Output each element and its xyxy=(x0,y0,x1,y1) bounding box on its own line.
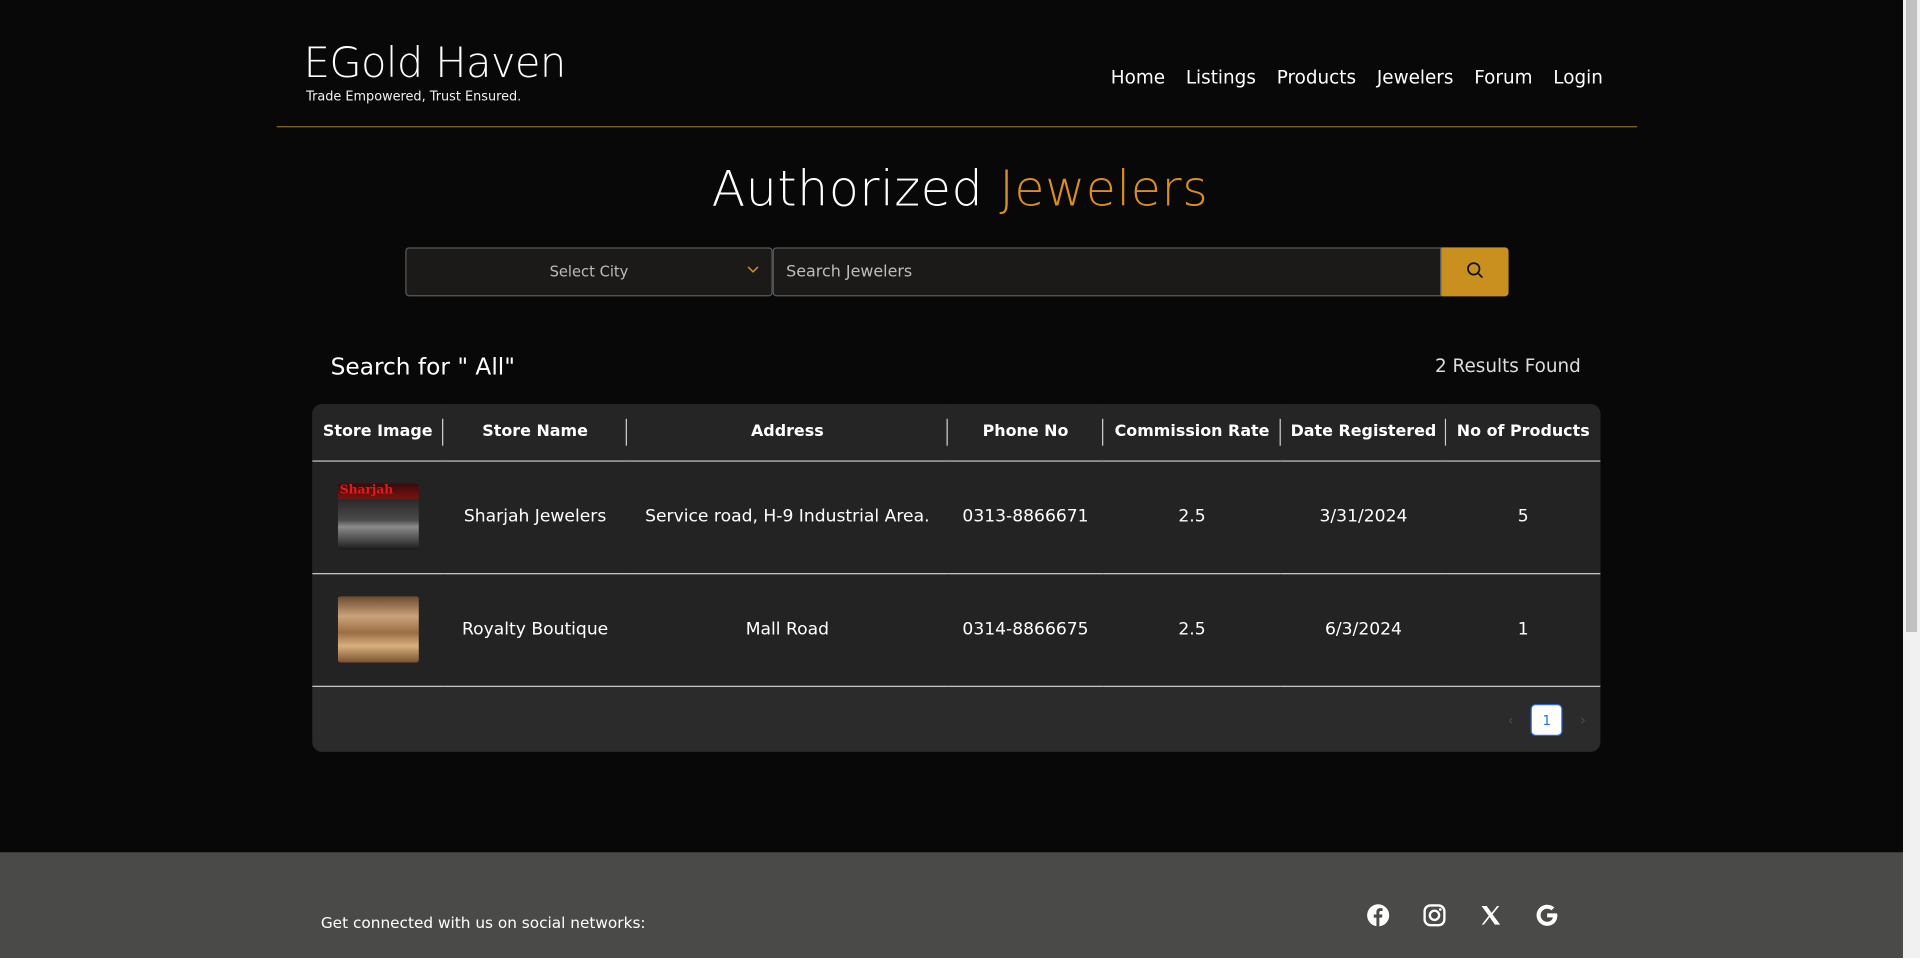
x-icon[interactable] xyxy=(1479,904,1502,927)
header-phone[interactable]: Phone No xyxy=(947,404,1104,462)
commission-cell: 2.5 xyxy=(1103,573,1281,687)
city-select-placeholder: Select City xyxy=(549,263,629,281)
table-row[interactable]: Royalty Boutique Mall Road 0314-8866675 … xyxy=(312,573,1601,687)
brand-logo-title[interactable]: EGold Haven xyxy=(304,39,567,88)
page-title-accent: Jewelers xyxy=(999,161,1209,218)
store-image[interactable] xyxy=(337,596,419,663)
address-cell: Service road, H-9 Industrial Area. xyxy=(626,460,948,574)
google-icon[interactable] xyxy=(1536,904,1559,927)
jewelers-table: Store Image Store Name Address Phone No … xyxy=(312,404,1601,687)
chevron-down-icon xyxy=(747,263,759,279)
page-number-button[interactable]: 1 xyxy=(1530,704,1563,736)
header-products[interactable]: No of Products xyxy=(1446,404,1601,462)
scrollbar-thumb[interactable] xyxy=(1906,0,1917,632)
browser-viewport: EGold Haven Trade Empowered, Trust Ensur… xyxy=(0,0,1920,962)
store-image[interactable]: Sharjah xyxy=(337,483,419,550)
header-date[interactable]: Date Registered xyxy=(1280,404,1447,462)
address-cell: Mall Road xyxy=(626,573,948,687)
footer-social-text: Get connected with us on social networks… xyxy=(320,913,646,932)
search-query-heading: Search for " All" xyxy=(330,353,515,381)
next-page-button[interactable]: › xyxy=(1580,711,1586,728)
jewelers-table-card: Store Image Store Name Address Phone No … xyxy=(312,404,1601,752)
header-address[interactable]: Address xyxy=(626,404,948,462)
social-links xyxy=(1367,904,1559,927)
store-name-cell: Sharjah Jewelers xyxy=(443,460,627,574)
bottom-edge xyxy=(0,958,1920,962)
commission-cell: 2.5 xyxy=(1103,460,1281,574)
site-header: EGold Haven Trade Empowered, Trust Ensur… xyxy=(276,0,1638,128)
products-cell: 5 xyxy=(1446,460,1601,574)
date-cell: 3/31/2024 xyxy=(1280,460,1447,574)
products-cell: 1 xyxy=(1446,573,1601,687)
nav-home[interactable]: Home xyxy=(1111,66,1165,88)
search-icon xyxy=(1466,260,1484,283)
header-store-name[interactable]: Store Name xyxy=(443,404,627,462)
brand-tagline: Trade Empowered, Trust Ensured. xyxy=(306,89,522,105)
page: EGold Haven Trade Empowered, Trust Ensur… xyxy=(0,0,1920,962)
page-title: Authorized Jewelers xyxy=(0,162,1920,218)
nav-listings[interactable]: Listings xyxy=(1186,66,1256,88)
main-nav: Home Listings Products Jewelers Forum Lo… xyxy=(1111,66,1603,88)
facebook-icon[interactable] xyxy=(1367,904,1390,927)
nav-products[interactable]: Products xyxy=(1277,66,1356,88)
store-name-cell: Royalty Boutique xyxy=(443,573,627,687)
pagination: ‹ 1 › xyxy=(1508,704,1586,736)
header-store-image[interactable]: Store Image xyxy=(312,404,444,462)
phone-cell: 0314-8866675 xyxy=(947,573,1104,687)
page-title-main: Authorized xyxy=(711,161,984,218)
prev-page-button[interactable]: ‹ xyxy=(1508,711,1514,728)
phone-cell: 0313-8866671 xyxy=(947,460,1104,574)
header-commission[interactable]: Commission Rate xyxy=(1103,404,1281,462)
nav-login[interactable]: Login xyxy=(1553,66,1603,88)
date-cell: 6/3/2024 xyxy=(1280,573,1447,687)
nav-jewelers[interactable]: Jewelers xyxy=(1377,66,1454,88)
results-count: 2 Results Found xyxy=(1435,355,1581,378)
table-row[interactable]: Sharjah Sharjah Jewelers Service road, H… xyxy=(312,460,1601,574)
table-header-row: Store Image Store Name Address Phone No … xyxy=(312,404,1601,462)
search-input[interactable] xyxy=(772,247,1442,297)
site-footer: Get connected with us on social networks… xyxy=(0,852,1920,962)
search-button[interactable] xyxy=(1441,247,1509,297)
instagram-icon[interactable] xyxy=(1423,904,1446,927)
nav-forum[interactable]: Forum xyxy=(1474,66,1532,88)
city-select[interactable]: Select City xyxy=(405,247,773,297)
